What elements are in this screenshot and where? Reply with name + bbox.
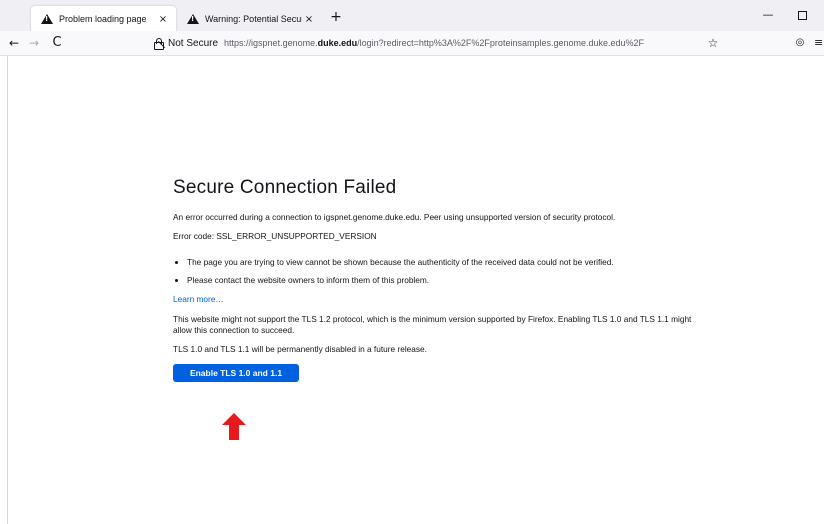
back-button[interactable]: ← bbox=[4, 33, 24, 53]
page-title: Secure Connection Failed bbox=[173, 177, 397, 198]
tab-problem-loading[interactable]: Problem loading page × bbox=[31, 6, 176, 32]
maximize-button[interactable] bbox=[792, 6, 812, 24]
tab-close-button[interactable]: × bbox=[302, 14, 316, 25]
pocket-icon[interactable]: ◎ bbox=[790, 33, 810, 53]
warning-icon bbox=[187, 14, 199, 24]
error-bullet-list: The page you are trying to view cannot b… bbox=[173, 257, 693, 286]
warning-icon bbox=[41, 14, 53, 24]
url-bar[interactable]: Not Secure https://igspnet.genome.duke.e… bbox=[148, 32, 728, 54]
navigation-bar: ← → C Not Secure https://igspnet.genome.… bbox=[0, 31, 824, 56]
not-secure-label[interactable]: Not Secure bbox=[168, 38, 218, 49]
annotation-arrow-icon bbox=[222, 413, 246, 440]
new-tab-button[interactable]: + bbox=[327, 6, 345, 28]
error-page-content: Secure Connection Failed An error occurr… bbox=[173, 176, 693, 382]
url-prefix: https://igspnet.genome. bbox=[224, 38, 318, 48]
enable-tls-button[interactable]: Enable TLS 1.0 and 1.1 bbox=[173, 364, 299, 382]
tab-strip: Problem loading page × Warning: Potentia… bbox=[0, 0, 824, 32]
tls-disabled-note: TLS 1.0 and TLS 1.1 will be permanently … bbox=[173, 344, 427, 354]
close-window-button[interactable]: ✕ bbox=[818, 6, 824, 24]
tab-title: Problem loading page bbox=[59, 14, 147, 24]
menu-icon[interactable]: ≡ bbox=[814, 33, 824, 53]
url-text[interactable]: https://igspnet.genome.duke.edu/login?re… bbox=[224, 38, 644, 48]
url-suffix: /login?redirect=http%3A%2F%2Fproteinsamp… bbox=[357, 38, 645, 48]
window-edge-divider bbox=[7, 56, 8, 524]
learn-more-link[interactable]: Learn more… bbox=[173, 294, 224, 305]
forward-button[interactable]: → bbox=[24, 33, 44, 53]
tab-close-button[interactable]: × bbox=[156, 14, 170, 25]
bookmark-star-icon[interactable]: ☆ bbox=[703, 33, 723, 53]
maximize-icon bbox=[797, 10, 807, 20]
error-code: Error code: SSL_ERROR_UNSUPPORTED_VERSIO… bbox=[173, 231, 377, 241]
url-host: duke.edu bbox=[317, 38, 358, 48]
tls-note: This website might not support the TLS 1… bbox=[173, 314, 692, 335]
reload-button[interactable]: C bbox=[47, 33, 67, 53]
error-description: An error occurred during a connection to… bbox=[173, 212, 616, 222]
minimize-button[interactable]: — bbox=[758, 6, 778, 24]
list-item: The page you are trying to view cannot b… bbox=[187, 257, 693, 268]
tab-title: Warning: Potential Security Risk bbox=[205, 14, 302, 24]
tab-security-warning[interactable]: Warning: Potential Security Risk × bbox=[177, 6, 322, 32]
insecure-lock-icon[interactable] bbox=[154, 37, 166, 50]
list-item: Please contact the website owners to inf… bbox=[187, 275, 693, 286]
browser-window: Problem loading page × Warning: Potentia… bbox=[0, 0, 824, 524]
